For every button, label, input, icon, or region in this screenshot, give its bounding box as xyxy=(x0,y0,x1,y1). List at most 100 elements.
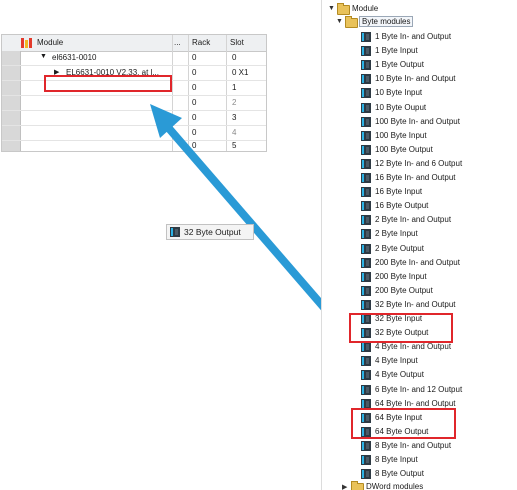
module-icon xyxy=(361,469,371,480)
catalog-item-label: 200 Byte In- and Output xyxy=(375,257,460,267)
catalog-item-label: 8 Byte In- and Output xyxy=(375,440,452,450)
catalog-item-label: 1 Byte Output xyxy=(375,60,424,70)
folder-icon xyxy=(337,3,350,15)
catalog-item[interactable]: 4 Byte Input xyxy=(358,355,508,369)
catalog-item[interactable]: 200 Byte Output xyxy=(358,285,508,299)
module-icon xyxy=(361,187,371,198)
catalog-item[interactable]: 16 Byte Output xyxy=(358,200,508,214)
catalog-item-label: 200 Byte Input xyxy=(375,271,427,281)
catalog-item[interactable]: 16 Byte In- and Output xyxy=(358,172,508,186)
catalog-item-label: 100 Byte In- and Output xyxy=(375,116,460,126)
catalog-item-label: 10 Byte Input xyxy=(375,88,423,98)
catalog-item-label: 2 Byte Input xyxy=(375,229,418,239)
catalog-item[interactable]: 200 Byte Input xyxy=(358,271,508,285)
module-icon xyxy=(361,173,371,183)
catalog-item-label: 100 Byte Output xyxy=(375,144,433,154)
catalog-item[interactable]: 8 Byte In- and Output xyxy=(358,440,508,454)
catalog-item[interactable]: 10 Byte In- and Output xyxy=(358,73,508,87)
catalog-item[interactable]: 12 Byte In- and 6 Output xyxy=(358,158,508,172)
module-icon xyxy=(361,285,371,296)
hardware-catalog: ▼ Module ▼ Byte modules 1 Byte In- and O… xyxy=(321,0,517,490)
collapse-triangle-icon[interactable]: ▼ xyxy=(336,18,343,25)
catalog-item-label: 2 Byte In- and Output xyxy=(375,215,452,225)
module-icon xyxy=(361,201,371,212)
catalog-item-label: 16 Byte In- and Output xyxy=(375,173,456,182)
tree-node-label: DWord modules xyxy=(366,482,424,490)
module-icon xyxy=(361,271,371,282)
catalog-item-label: 10 Byte Ouput xyxy=(375,102,427,112)
module-icon xyxy=(361,60,371,71)
tree-node-byte-modules[interactable]: ▼ Byte modules xyxy=(336,16,516,30)
module-icon xyxy=(361,116,371,127)
catalog-item-label: 200 Byte Output xyxy=(375,285,433,295)
module-icon xyxy=(361,384,371,395)
catalog-item-label: 8 Byte Output xyxy=(375,469,424,479)
catalog-item-label: 6 Byte In- and 12 Output xyxy=(375,384,463,394)
catalog-item-label: 4 Byte In- and Output xyxy=(375,342,452,352)
module-icon xyxy=(361,243,371,254)
catalog-item-label: 100 Byte Input xyxy=(375,130,427,140)
module-icon xyxy=(361,356,371,367)
catalog-item[interactable]: 16 Byte Input xyxy=(358,186,508,200)
module-icon xyxy=(361,144,371,155)
module-icon xyxy=(361,215,371,226)
catalog-item-label: 4 Byte Input xyxy=(375,356,418,366)
catalog-item[interactable]: 6 Byte In- and 12 Output xyxy=(358,384,508,398)
expand-triangle-icon[interactable]: ▶ xyxy=(342,483,347,490)
catalog-item[interactable]: 32 Byte In- and Output xyxy=(358,299,508,313)
module-icon xyxy=(361,158,371,169)
tree-node-label: Byte modules xyxy=(359,16,414,27)
catalog-item-label: 4 Byte Output xyxy=(375,370,424,380)
catalog-item-label: 10 Byte In- and Output xyxy=(375,74,456,84)
catalog-item[interactable]: 4 Byte Output xyxy=(358,369,508,383)
catalog-item-label: 32 Byte In- and Output xyxy=(375,299,456,309)
module-icon xyxy=(361,74,371,85)
drag-ghost: 32 Byte Output xyxy=(166,224,254,240)
catalog-item[interactable]: 10 Byte Ouput xyxy=(358,102,508,116)
module-icon xyxy=(361,342,371,353)
catalog-item-label: 1 Byte In- and Output xyxy=(375,32,452,41)
module-icon xyxy=(361,32,371,42)
catalog-item[interactable]: 8 Byte Input xyxy=(358,454,508,468)
catalog-item[interactable]: 1 Byte Output xyxy=(358,59,508,73)
module-icon xyxy=(361,130,371,141)
catalog-item[interactable]: 2 Byte Output xyxy=(358,243,508,257)
catalog-item-label: 1 Byte Input xyxy=(375,46,418,56)
tree-node-dword-modules[interactable]: ▶ DWord modules xyxy=(342,481,517,490)
tree-node-label: Module xyxy=(352,4,379,13)
module-icon xyxy=(361,299,371,310)
module-icon xyxy=(361,102,371,113)
module-icon xyxy=(361,455,371,465)
folder-icon xyxy=(345,16,358,28)
catalog-item-label: 16 Byte Output xyxy=(375,201,429,211)
catalog-item-label: 8 Byte Input xyxy=(375,455,418,464)
highlight-64-byte xyxy=(351,408,456,439)
module-icon xyxy=(361,229,371,240)
catalog-item[interactable]: 1 Byte Input xyxy=(358,45,508,59)
collapse-triangle-icon[interactable]: ▼ xyxy=(328,5,335,12)
module-icon xyxy=(361,440,371,451)
catalog-item[interactable]: 2 Byte In- and Output xyxy=(358,214,508,228)
catalog-item-label: 12 Byte In- and 6 Output xyxy=(375,158,463,168)
catalog-item[interactable]: 2 Byte Input xyxy=(358,228,508,242)
catalog-item[interactable]: 4 Byte In- and Output xyxy=(358,341,508,355)
catalog-item[interactable]: 200 Byte In- and Output xyxy=(358,257,508,271)
module-icon xyxy=(361,370,371,381)
catalog-item-label: 2 Byte Output xyxy=(375,243,424,253)
catalog-item[interactable]: 100 Byte Input xyxy=(358,130,508,144)
module-icon xyxy=(170,227,180,237)
catalog-item[interactable]: 1 Byte In- and Output xyxy=(358,31,508,45)
catalog-item[interactable]: 10 Byte Input xyxy=(358,87,508,101)
module-icon xyxy=(361,257,371,268)
tree-node-module[interactable]: ▼ Module xyxy=(328,3,508,17)
drag-ghost-label: 32 Byte Output xyxy=(184,227,241,237)
module-icon xyxy=(361,46,371,57)
highlight-32-byte xyxy=(349,313,453,343)
catalog-item-label: 16 Byte Input xyxy=(375,187,423,197)
module-icon xyxy=(361,88,371,99)
catalog-item[interactable]: 100 Byte In- and Output xyxy=(358,116,508,130)
catalog-item[interactable]: 8 Byte Output xyxy=(358,468,508,482)
catalog-item[interactable]: 100 Byte Output xyxy=(358,144,508,158)
folder-icon xyxy=(351,481,364,490)
catalog-item-label: 64 Byte In- and Output xyxy=(375,398,456,408)
